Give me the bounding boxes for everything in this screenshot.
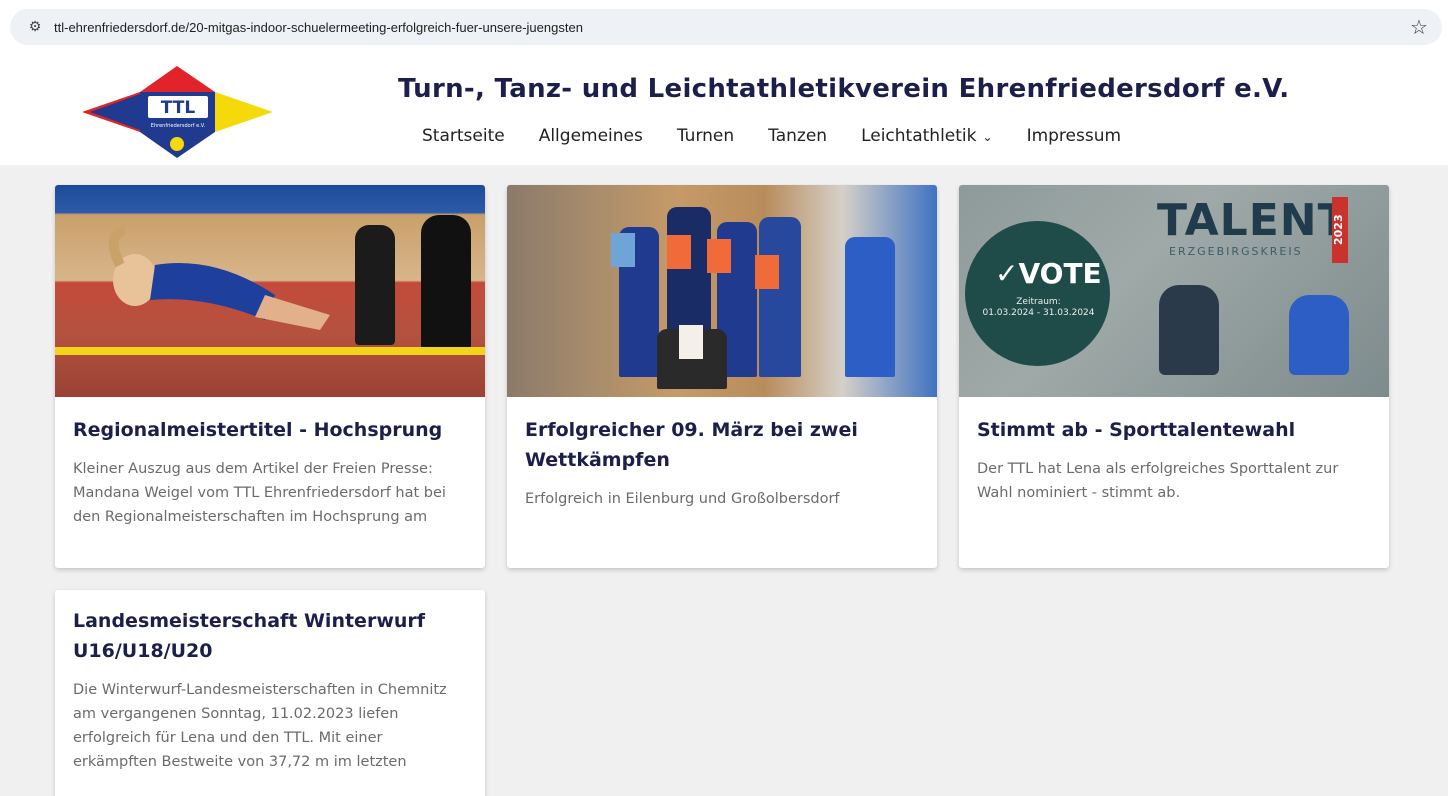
athlete-figure bbox=[1159, 285, 1219, 375]
nav-item-tanzen[interactable]: Tanzen bbox=[768, 126, 827, 146]
spectator-figure bbox=[355, 225, 395, 345]
post-image-hochsprung[interactable] bbox=[55, 185, 485, 397]
post-excerpt: Erfolgreich in Eilenburg und Großolbersd… bbox=[525, 491, 840, 507]
post-image-wettkaempfe[interactable] bbox=[507, 185, 937, 397]
year-badge: 2023 bbox=[1332, 197, 1348, 263]
site-header: TTL Ehrenfriedersdorf e.V. Turn-, Tanz- … bbox=[0, 52, 1448, 165]
nav-item-startseite[interactable]: Startseite bbox=[422, 126, 505, 146]
svg-text:TTL: TTL bbox=[161, 98, 196, 118]
site-title: Turn-, Tanz- und Leichtathletikverein Eh… bbox=[398, 74, 1290, 104]
post-card[interactable]: Erfolgreicher 09. März bei zwei Wettkämp… bbox=[507, 185, 937, 568]
browser-address-bar: ⚙ ttl-ehrenfriedersdorf.de/20-mitgas-ind… bbox=[0, 0, 1448, 52]
post-image-talentwahl[interactable]: ✓VOTE Zeitraum: 01.03.2024 - 31.03.2024 T… bbox=[959, 185, 1389, 397]
athlete-figure bbox=[759, 217, 801, 377]
post-excerpt: Die Winterwurf-Landesmeisterschaften in … bbox=[73, 682, 447, 770]
post-title[interactable]: Stimmt ab - Sporttalentewahl bbox=[959, 415, 1389, 445]
post-title[interactable]: Regionalmeistertitel - Hochsprung bbox=[55, 415, 485, 445]
athlete-figure bbox=[1289, 295, 1349, 375]
url-field[interactable]: ⚙ ttl-ehrenfriedersdorf.de/20-mitgas-ind… bbox=[10, 9, 1442, 45]
certificate bbox=[667, 235, 691, 269]
post-excerpt: Der TTL hat Lena als erfolgreiches Sport… bbox=[977, 461, 1339, 501]
high-jump-bar bbox=[55, 347, 485, 355]
chevron-down-icon: ⌄ bbox=[982, 130, 993, 144]
tune-icon[interactable]: ⚙ bbox=[20, 19, 50, 35]
certificate bbox=[679, 325, 703, 359]
post-excerpt: Kleiner Auszug aus dem Artikel der Freie… bbox=[73, 461, 446, 525]
nav-item-allgemeines[interactable]: Allgemeines bbox=[539, 126, 643, 146]
post-title[interactable]: Erfolgreicher 09. März bei zwei Wettkämp… bbox=[507, 415, 937, 475]
vote-period-label: Zeitraum: bbox=[1016, 297, 1061, 307]
nav-item-impressum[interactable]: Impressum bbox=[1027, 126, 1122, 146]
nav-item-leichtathletik-label: Leichtathletik bbox=[861, 126, 977, 146]
post-title[interactable]: Landesmeisterschaft Winterwurf U16/U18/U… bbox=[55, 606, 485, 666]
post-card[interactable]: ✓VOTE Zeitraum: 01.03.2024 - 31.03.2024 T… bbox=[959, 185, 1389, 568]
url-text[interactable]: ttl-ehrenfriedersdorf.de/20-mitgas-indoo… bbox=[54, 20, 1404, 35]
svg-text:Ehrenfriedersdorf e.V.: Ehrenfriedersdorf e.V. bbox=[151, 123, 206, 129]
vote-period-dates: 01.03.2024 - 31.03.2024 bbox=[982, 308, 1095, 318]
vote-label: VOTE bbox=[1018, 257, 1102, 290]
region-label: ERZGEBIRGSKREIS bbox=[1169, 245, 1303, 258]
post-card[interactable]: Landesmeisterschaft Winterwurf U16/U18/U… bbox=[55, 590, 485, 796]
athlete-figure bbox=[95, 225, 335, 335]
main-nav: Startseite Allgemeines Turnen Tanzen Lei… bbox=[422, 126, 1121, 146]
vote-period: Zeitraum: 01.03.2024 - 31.03.2024 bbox=[971, 297, 1106, 319]
vote-badge bbox=[965, 221, 1110, 366]
post-card[interactable]: Regionalmeistertitel - Hochsprung Kleine… bbox=[55, 185, 485, 568]
bookmark-star-icon[interactable]: ☆ bbox=[1404, 15, 1434, 39]
nav-item-turnen[interactable]: Turnen bbox=[677, 126, 734, 146]
spectator-figure bbox=[421, 215, 471, 355]
ttl-logo[interactable]: TTL Ehrenfriedersdorf e.V. bbox=[80, 64, 275, 160]
talent-heading: TALENT bbox=[1157, 195, 1349, 246]
certificate bbox=[707, 239, 731, 273]
athlete-figure bbox=[845, 237, 895, 377]
nav-item-leichtathletik[interactable]: Leichtathletik ⌄ bbox=[861, 126, 992, 146]
certificate bbox=[755, 255, 779, 289]
certificate bbox=[611, 233, 635, 267]
vote-badge-text: ✓VOTE bbox=[995, 257, 1102, 290]
